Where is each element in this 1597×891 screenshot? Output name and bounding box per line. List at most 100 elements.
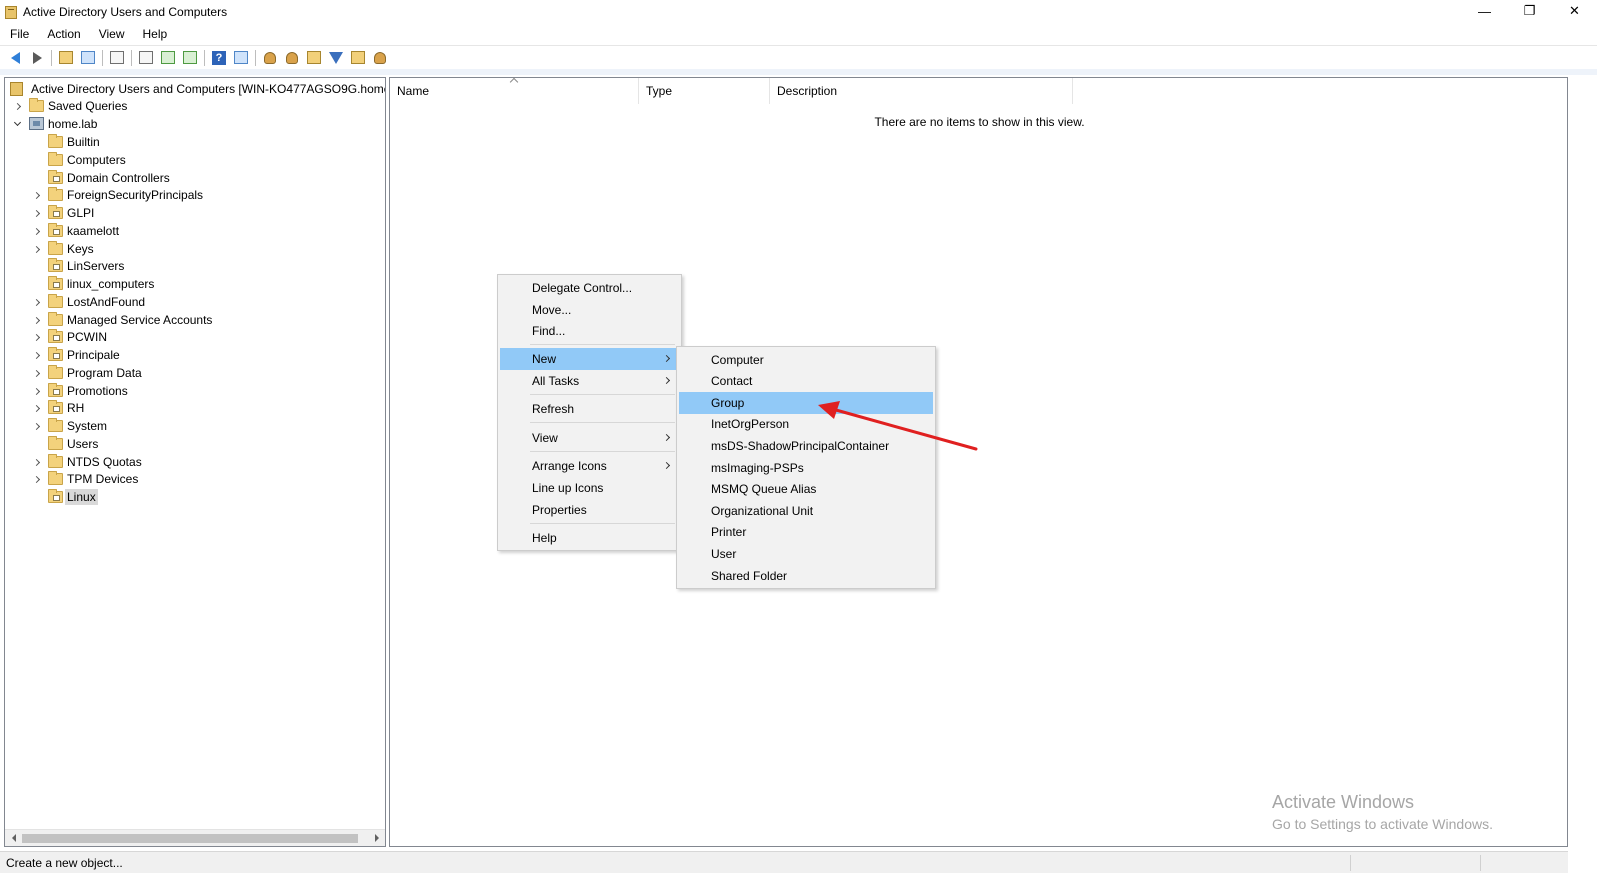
submenu-item-shared-folder[interactable]: Shared Folder bbox=[679, 565, 933, 587]
filter-icon[interactable] bbox=[325, 48, 347, 68]
menu-item-delegate-control[interactable]: Delegate Control... bbox=[500, 277, 679, 299]
tree-item-label[interactable]: PCWIN bbox=[65, 329, 109, 345]
tree-item-label[interactable]: LinServers bbox=[65, 258, 126, 274]
minimize-button[interactable]: — bbox=[1462, 0, 1507, 22]
tree-item-label[interactable]: Keys bbox=[65, 241, 96, 257]
up-folder-icon[interactable] bbox=[55, 48, 77, 68]
scroll-left-icon[interactable] bbox=[5, 830, 22, 846]
tree-item-label[interactable]: linux_computers bbox=[65, 276, 156, 292]
expand-chevron-icon[interactable] bbox=[30, 349, 42, 361]
menu-file[interactable]: File bbox=[0, 27, 37, 41]
expand-chevron-icon[interactable] bbox=[30, 367, 42, 379]
submenu-item-msimaging-psps[interactable]: msImaging-PSPs bbox=[679, 457, 933, 479]
new-user-icon[interactable] bbox=[259, 48, 281, 68]
menu-help[interactable]: Help bbox=[133, 27, 176, 41]
submenu-item-computer[interactable]: Computer bbox=[679, 349, 933, 371]
context-menu: Delegate Control... Move... Find... New … bbox=[497, 274, 682, 551]
submenu-item-organizational-unit[interactable]: Organizational Unit bbox=[679, 500, 933, 522]
expand-chevron-icon[interactable] bbox=[30, 296, 42, 308]
menu-action[interactable]: Action bbox=[37, 27, 88, 41]
organizational-unit-icon bbox=[48, 347, 63, 361]
toolbar-separator bbox=[255, 49, 256, 66]
submenu-item-user[interactable]: User bbox=[679, 543, 933, 565]
submenu-item-group[interactable]: Group bbox=[679, 392, 933, 414]
forward-icon[interactable] bbox=[26, 48, 48, 68]
tree-item-label[interactable]: home.lab bbox=[46, 116, 99, 132]
horizontal-scrollbar[interactable] bbox=[5, 829, 385, 846]
tree-item-label[interactable]: Builtin bbox=[65, 134, 102, 150]
menu-item-find[interactable]: Find... bbox=[500, 320, 679, 342]
properties-icon[interactable] bbox=[135, 48, 157, 68]
menu-separator bbox=[530, 523, 675, 524]
activate-windows-watermark: Activate Windows Go to Settings to activ… bbox=[1272, 792, 1493, 832]
tree-item-label[interactable]: Domain Controllers bbox=[65, 170, 172, 186]
tree-item-label[interactable]: kaamelott bbox=[65, 223, 121, 239]
tree-item-label[interactable]: GLPI bbox=[65, 205, 96, 221]
expand-chevron-icon[interactable] bbox=[30, 473, 42, 485]
menu-separator bbox=[530, 344, 675, 345]
submenu-item-contact[interactable]: Contact bbox=[679, 370, 933, 392]
tree-item-label[interactable]: Program Data bbox=[65, 365, 144, 381]
tree-item-label[interactable]: RH bbox=[65, 400, 86, 416]
clipboard-icon[interactable] bbox=[106, 48, 128, 68]
tree-item-label[interactable]: Computers bbox=[65, 152, 128, 168]
tree-root-label[interactable]: Active Directory Users and Computers [WI… bbox=[29, 81, 385, 97]
show-console-tree-icon[interactable] bbox=[77, 48, 99, 68]
restore-button[interactable]: ❐ bbox=[1507, 0, 1552, 22]
tree-item-label[interactable]: Promotions bbox=[65, 383, 130, 399]
tree-item-label[interactable]: Principale bbox=[65, 347, 122, 363]
menu-item-arrange-icons[interactable]: Arrange Icons bbox=[500, 455, 679, 477]
back-icon[interactable] bbox=[4, 48, 26, 68]
tree-item-label[interactable]: Saved Queries bbox=[46, 98, 129, 114]
submenu-item-shadow-principal-container[interactable]: msDS-ShadowPrincipalContainer bbox=[679, 435, 933, 457]
console-view-icon[interactable] bbox=[230, 48, 252, 68]
tree-item-label[interactable]: Managed Service Accounts bbox=[65, 312, 214, 328]
submenu-item-msmq-queue-alias[interactable]: MSMQ Queue Alias bbox=[679, 478, 933, 500]
tree-item-label[interactable]: NTDS Quotas bbox=[65, 454, 144, 470]
expand-chevron-icon[interactable] bbox=[30, 402, 42, 414]
tree-item-label[interactable]: Users bbox=[65, 436, 100, 452]
submenu-item-printer[interactable]: Printer bbox=[679, 521, 933, 543]
expand-chevron-icon[interactable] bbox=[30, 225, 42, 237]
new-group-icon[interactable] bbox=[281, 48, 303, 68]
domain-icon bbox=[29, 117, 44, 130]
delegate-icon[interactable] bbox=[369, 48, 391, 68]
scrollbar-thumb[interactable] bbox=[22, 834, 358, 843]
export-list-icon[interactable] bbox=[179, 48, 201, 68]
expand-chevron-icon[interactable] bbox=[30, 385, 42, 397]
menu-bar: File Action View Help bbox=[0, 24, 1597, 44]
collapse-chevron-icon[interactable] bbox=[11, 118, 23, 130]
submenu-item-inetorgperson[interactable]: InetOrgPerson bbox=[679, 413, 933, 435]
new-submenu: Computer Contact Group InetOrgPerson msD… bbox=[676, 346, 936, 589]
expand-chevron-icon[interactable] bbox=[30, 314, 42, 326]
expand-chevron-icon[interactable] bbox=[30, 456, 42, 468]
close-button[interactable]: ✕ bbox=[1552, 0, 1597, 22]
refresh-icon[interactable] bbox=[157, 48, 179, 68]
menu-view[interactable]: View bbox=[89, 27, 133, 41]
menu-item-new[interactable]: New bbox=[500, 348, 679, 370]
menu-item-properties[interactable]: Properties bbox=[500, 499, 679, 521]
column-type[interactable]: Type bbox=[639, 78, 770, 104]
expand-chevron-icon[interactable] bbox=[30, 331, 42, 343]
help-icon[interactable]: ? bbox=[208, 48, 230, 68]
menu-item-refresh[interactable]: Refresh bbox=[500, 398, 679, 420]
menu-item-help[interactable]: Help bbox=[500, 527, 679, 549]
menu-item-move[interactable]: Move... bbox=[500, 299, 679, 321]
tree-item-label[interactable]: ForeignSecurityPrincipals bbox=[65, 187, 205, 203]
tree-item-label[interactable]: Linux bbox=[65, 489, 98, 505]
new-ou-icon[interactable] bbox=[303, 48, 325, 68]
menu-item-all-tasks[interactable]: All Tasks bbox=[500, 370, 679, 392]
tree-item-label[interactable]: LostAndFound bbox=[65, 294, 147, 310]
menu-item-line-up-icons[interactable]: Line up Icons bbox=[500, 477, 679, 499]
tree-item-label[interactable]: TPM Devices bbox=[65, 471, 140, 487]
find-icon[interactable] bbox=[347, 48, 369, 68]
expand-chevron-icon[interactable] bbox=[30, 189, 42, 201]
expand-chevron-icon[interactable] bbox=[30, 420, 42, 432]
expand-chevron-icon[interactable] bbox=[30, 243, 42, 255]
expand-chevron-icon[interactable] bbox=[30, 207, 42, 219]
scroll-right-icon[interactable] bbox=[368, 830, 385, 846]
tree-item-label[interactable]: System bbox=[65, 418, 109, 434]
column-description[interactable]: Description bbox=[770, 78, 1073, 104]
menu-item-view[interactable]: View bbox=[500, 427, 679, 449]
expand-chevron-icon[interactable] bbox=[11, 100, 23, 112]
